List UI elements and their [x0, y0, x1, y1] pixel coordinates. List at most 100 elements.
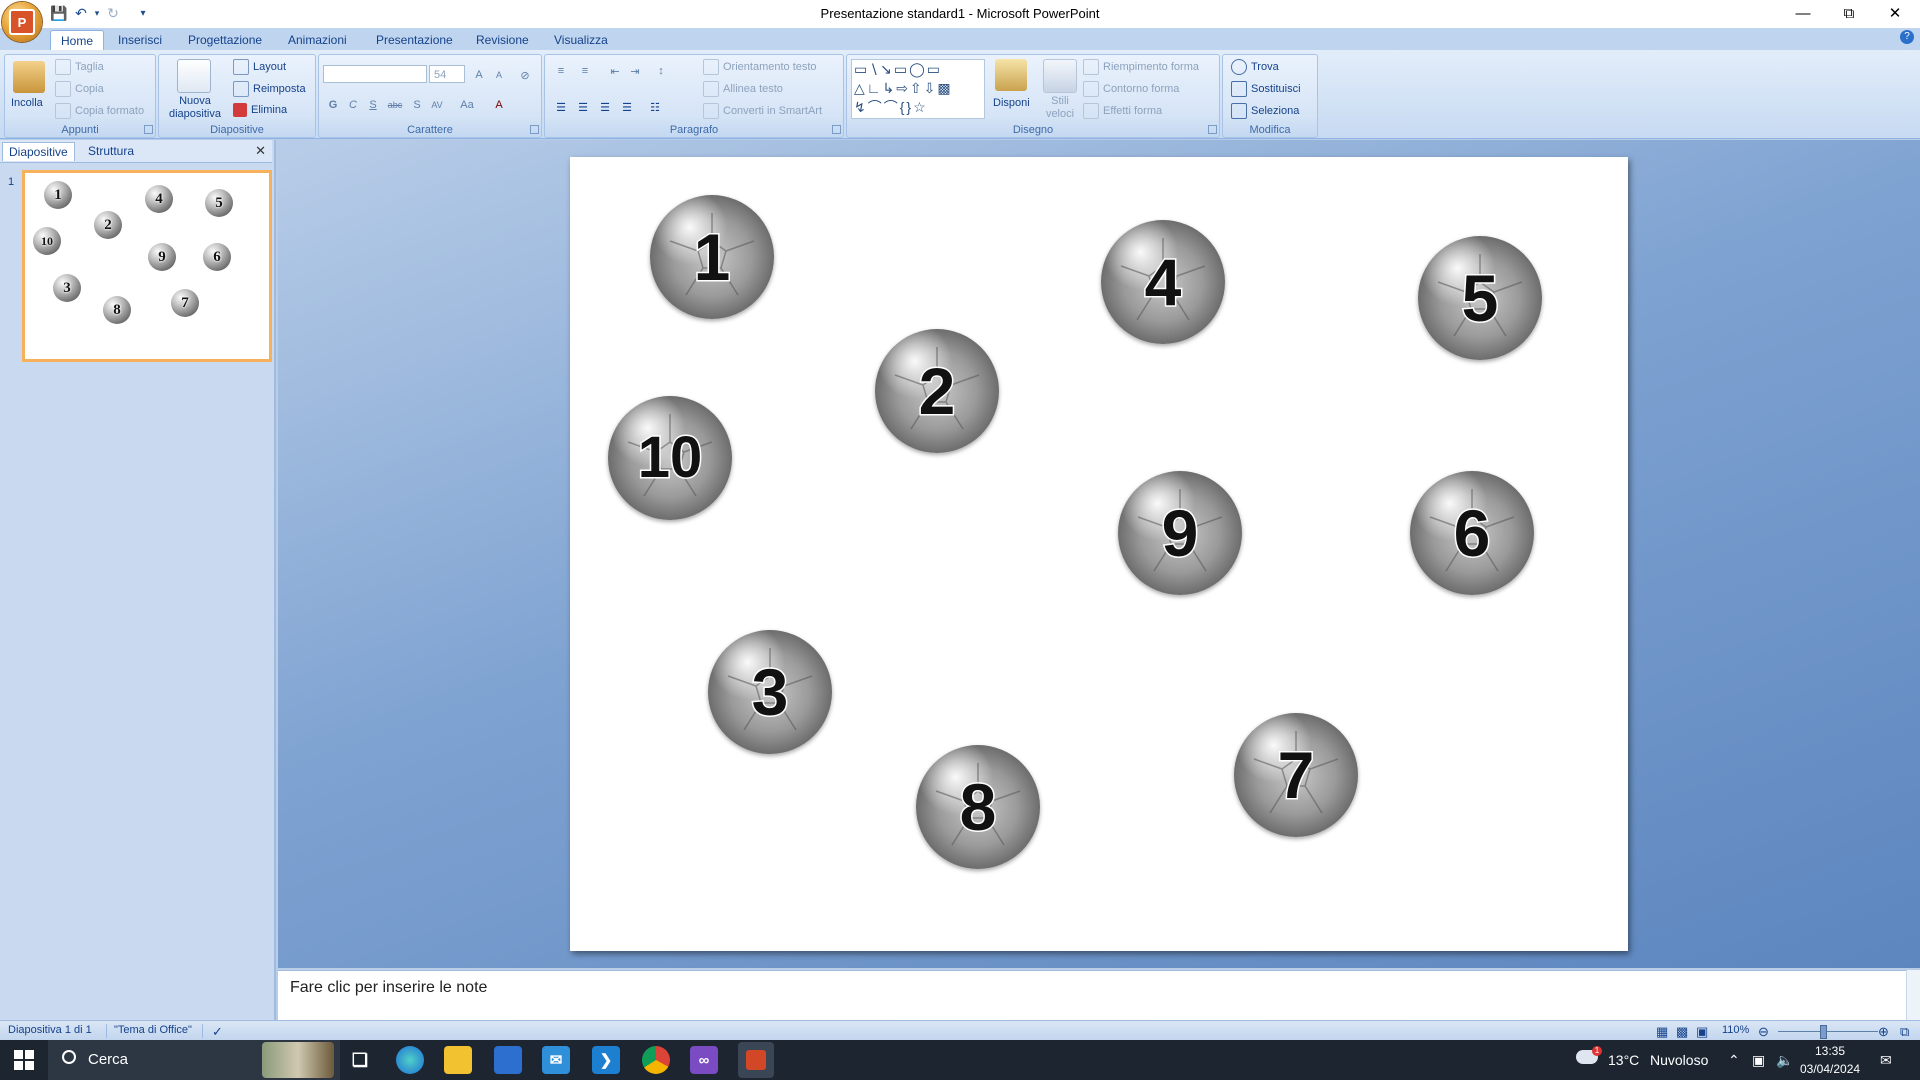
- bold-icon[interactable]: G: [323, 95, 343, 115]
- soccer-ball-2[interactable]: 2: [875, 329, 999, 453]
- tab-struttura[interactable]: Struttura: [82, 142, 140, 160]
- normal-view-icon[interactable]: ▦: [1656, 1024, 1668, 1040]
- soccer-ball-5[interactable]: 5: [1418, 236, 1542, 360]
- close-icon[interactable]: ✕: [255, 143, 266, 159]
- font-size-combo[interactable]: 54: [429, 65, 465, 83]
- increase-indent-icon[interactable]: ⇥: [625, 61, 645, 81]
- soccer-ball-9[interactable]: 9: [1118, 471, 1242, 595]
- columns-icon[interactable]: ☷: [645, 97, 665, 117]
- paste-button[interactable]: Incolla: [11, 97, 43, 109]
- zoom-slider-track[interactable]: [1778, 1031, 1878, 1032]
- font-color-icon[interactable]: A: [489, 95, 509, 115]
- decrease-indent-icon[interactable]: ⇤: [605, 61, 625, 81]
- underline-icon[interactable]: S: [363, 95, 383, 115]
- tab-progettazione[interactable]: Progettazione: [178, 30, 272, 50]
- tab-presentazione[interactable]: Presentazione: [366, 30, 463, 50]
- select-button[interactable]: Seleziona: [1231, 103, 1299, 119]
- tab-visualizza[interactable]: Visualizza: [544, 30, 618, 50]
- replace-button[interactable]: Sostituisci: [1231, 81, 1301, 97]
- shape-effects-button[interactable]: Effetti forma: [1083, 103, 1162, 119]
- line-spacing-icon[interactable]: ↕: [651, 61, 671, 81]
- edge-icon[interactable]: [396, 1046, 424, 1074]
- speaker-muted-icon[interactable]: 🔈: [1776, 1052, 1793, 1069]
- slide-sorter-icon[interactable]: ▩: [1676, 1024, 1688, 1040]
- arrange-button[interactable]: Disponi: [993, 97, 1030, 109]
- align-right-icon[interactable]: ☰: [595, 97, 615, 117]
- soccer-ball-6[interactable]: 6: [1410, 471, 1534, 595]
- layout-button[interactable]: Layout: [233, 59, 286, 75]
- file-explorer-icon[interactable]: [444, 1046, 472, 1074]
- slideshow-icon[interactable]: ▣: [1696, 1024, 1708, 1040]
- grow-font-icon[interactable]: A: [469, 65, 489, 85]
- char-spacing-icon[interactable]: AV: [427, 95, 447, 115]
- smartart-button[interactable]: Converti in SmartArt: [703, 103, 822, 119]
- network-icon[interactable]: ▣: [1752, 1052, 1765, 1069]
- notes-pane[interactable]: Fare clic per inserire le note: [278, 970, 1906, 1021]
- mail-icon[interactable]: ✉: [542, 1046, 570, 1074]
- visual-studio-icon[interactable]: ∞: [690, 1046, 718, 1074]
- bullets-icon[interactable]: ≡: [551, 61, 571, 81]
- align-left-icon[interactable]: ☰: [551, 97, 571, 117]
- tab-diapositive[interactable]: Diapositive: [2, 142, 75, 161]
- new-slide-button[interactable]: Nuova diapositiva: [163, 95, 227, 121]
- shadow-icon[interactable]: S: [407, 95, 427, 115]
- delete-slide-button[interactable]: Elimina: [233, 103, 287, 117]
- cut-button[interactable]: Taglia: [55, 59, 104, 75]
- soccer-ball-1[interactable]: 1: [650, 195, 774, 319]
- notes-scrollbar[interactable]: [1906, 970, 1920, 1020]
- tab-revisione[interactable]: Revisione: [466, 30, 539, 50]
- task-view-icon[interactable]: ❏: [346, 1046, 374, 1074]
- weather-temperature[interactable]: 13°C: [1608, 1052, 1639, 1068]
- notification-icon[interactable]: ✉: [1880, 1052, 1892, 1069]
- slide-canvas[interactable]: 1 4 5 2 10 9 6 3 8 7: [570, 157, 1628, 951]
- zoom-in-icon[interactable]: ⊕: [1878, 1024, 1889, 1040]
- numbering-icon[interactable]: ≡: [575, 61, 595, 81]
- align-center-icon[interactable]: ☰: [573, 97, 593, 117]
- theme-name[interactable]: "Tema di Office": [114, 1024, 192, 1036]
- tab-home[interactable]: Home: [50, 30, 105, 51]
- taskbar-search[interactable]: Cerca: [48, 1040, 340, 1080]
- italic-icon[interactable]: C: [343, 95, 363, 115]
- help-icon[interactable]: ?: [1900, 30, 1914, 44]
- find-button[interactable]: Trova: [1231, 59, 1279, 75]
- vscode-icon[interactable]: ❯: [592, 1046, 620, 1074]
- close-button[interactable]: ✕: [1872, 0, 1918, 26]
- chrome-icon[interactable]: [642, 1046, 670, 1074]
- copy-button[interactable]: Copia: [55, 81, 104, 97]
- soccer-ball-8[interactable]: 8: [916, 745, 1040, 869]
- tab-inserisci[interactable]: Inserisci: [108, 30, 172, 50]
- format-painter-button[interactable]: Copia formato: [55, 103, 144, 119]
- clock-time[interactable]: 13:35: [1800, 1044, 1860, 1058]
- soccer-ball-3[interactable]: 3: [708, 630, 832, 754]
- reset-button[interactable]: Reimposta: [233, 81, 306, 97]
- text-direction-button[interactable]: Orientamento testo: [703, 59, 817, 75]
- soccer-ball-4[interactable]: 4: [1101, 220, 1225, 344]
- weather-condition[interactable]: Nuvoloso: [1650, 1052, 1708, 1068]
- dialog-launcher-icon[interactable]: [832, 125, 841, 134]
- justify-icon[interactable]: ☰: [617, 97, 637, 117]
- zoom-out-icon[interactable]: ⊖: [1758, 1024, 1769, 1040]
- clock-date[interactable]: 03/04/2024: [1800, 1062, 1860, 1076]
- change-case-icon[interactable]: Aa: [457, 95, 477, 115]
- soccer-ball-7[interactable]: 7: [1234, 713, 1358, 837]
- shape-outline-button[interactable]: Contorno forma: [1083, 81, 1179, 97]
- strikethrough-icon[interactable]: abc: [385, 95, 405, 115]
- font-name-combo[interactable]: [323, 65, 427, 83]
- windows-start-icon[interactable]: [14, 1050, 34, 1070]
- fit-window-icon[interactable]: ⧉: [1900, 1024, 1909, 1040]
- dialog-launcher-icon[interactable]: [530, 125, 539, 134]
- ms-store-icon[interactable]: [494, 1046, 522, 1074]
- shrink-font-icon[interactable]: A: [489, 65, 509, 85]
- minimize-button[interactable]: —: [1780, 0, 1826, 26]
- restore-button[interactable]: ⧉: [1826, 0, 1872, 26]
- office-button[interactable]: P: [2, 2, 42, 42]
- spellcheck-icon[interactable]: ✓: [212, 1024, 223, 1040]
- clear-format-icon[interactable]: ⊘: [515, 65, 535, 85]
- slide-thumbnail[interactable]: 1 4 5 2 10 9 6 3 8 7: [22, 170, 272, 362]
- zoom-level[interactable]: 110%: [1722, 1024, 1749, 1036]
- shape-fill-button[interactable]: Riempimento forma: [1083, 59, 1199, 75]
- soccer-ball-10[interactable]: 10: [608, 396, 732, 520]
- shapes-gallery[interactable]: ▭∖↘▭◯▭ △∟↳⇨⇧⇩▩ ↯⌒⌒{}☆: [851, 59, 985, 119]
- zoom-slider-thumb[interactable]: [1820, 1025, 1827, 1039]
- dialog-launcher-icon[interactable]: [1208, 125, 1217, 134]
